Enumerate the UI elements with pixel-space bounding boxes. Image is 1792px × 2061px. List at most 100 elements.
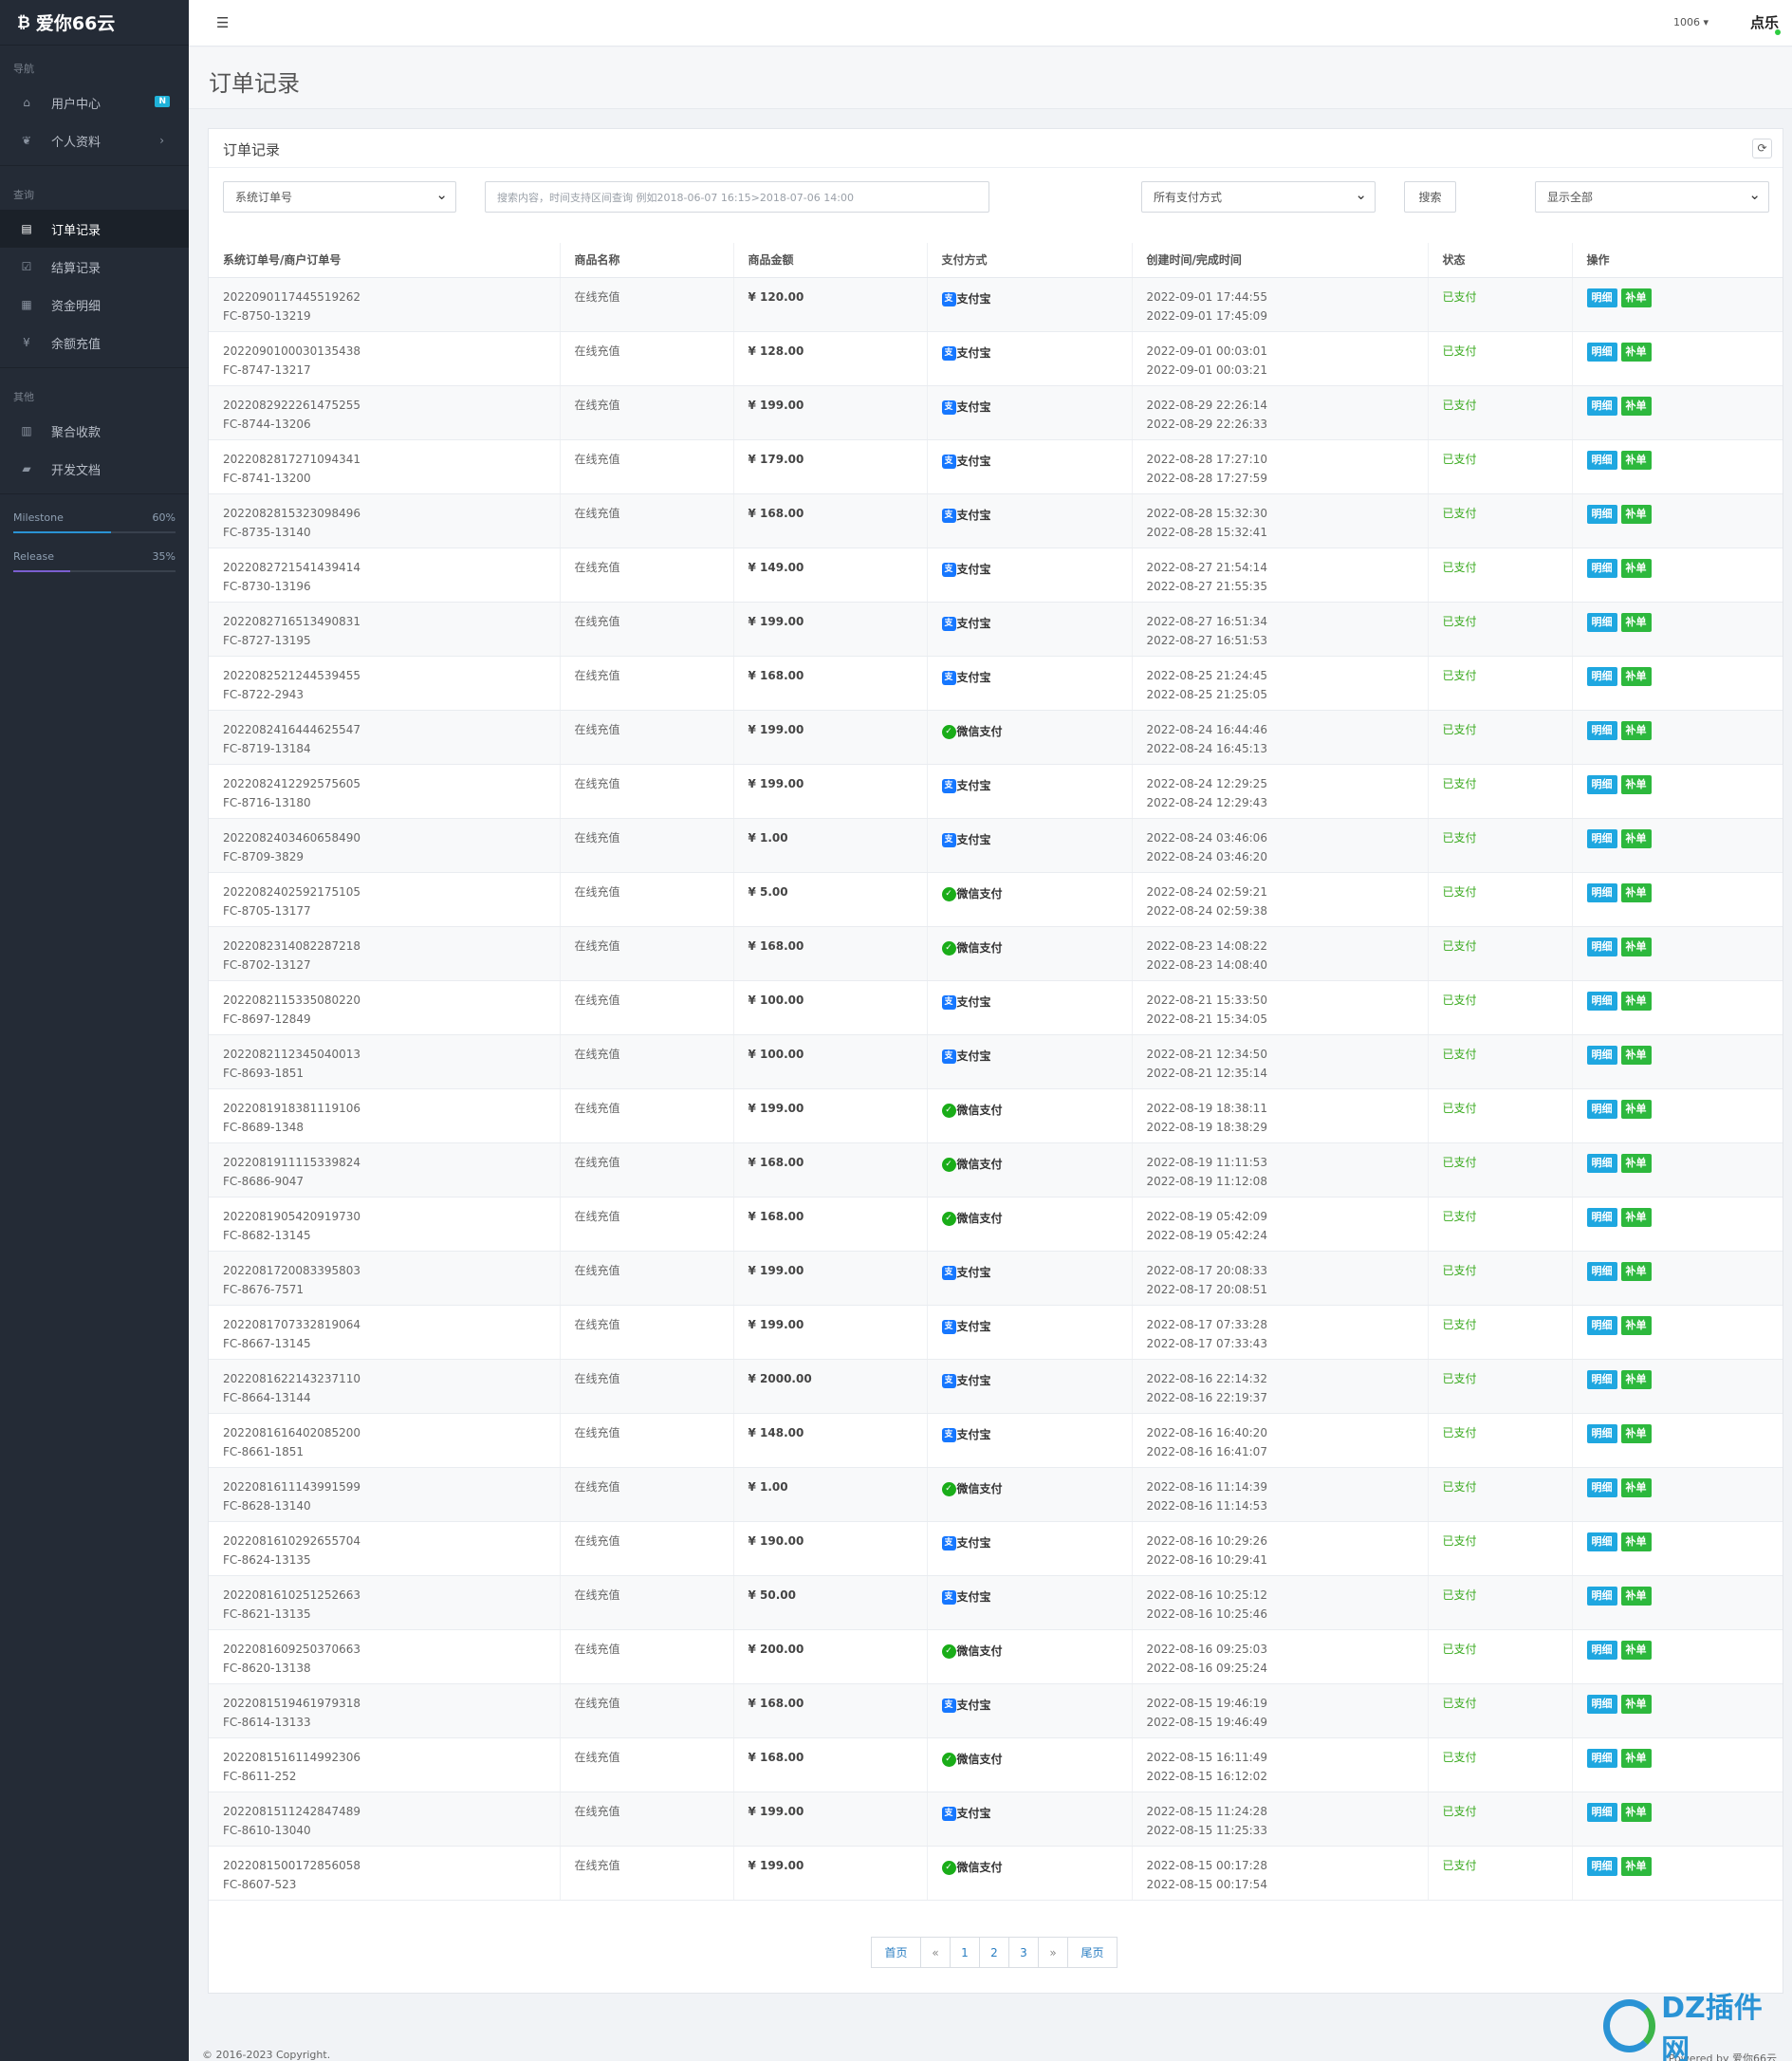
pay-method-cell: 支支付宝	[927, 1792, 1133, 1847]
sidebar-item[interactable]: ☑ 结算记录	[0, 248, 189, 286]
pay-method-select[interactable]: 所有支付方式	[1141, 181, 1376, 213]
status-badge: 已支付	[1428, 548, 1573, 603]
page-link[interactable]: 3	[1008, 1937, 1039, 1968]
detail-button[interactable]: 明细	[1586, 1477, 1617, 1497]
detail-button[interactable]: 明细	[1586, 450, 1617, 470]
pay-method: 支支付宝	[941, 344, 991, 362]
detail-button[interactable]: 明细	[1586, 828, 1617, 848]
page-link[interactable]: «	[920, 1937, 951, 1968]
resend-button[interactable]: 补单	[1620, 1748, 1652, 1768]
resend-button[interactable]: 补单	[1620, 1369, 1652, 1389]
detail-button[interactable]: 明细	[1586, 1802, 1617, 1822]
detail-button[interactable]: 明细	[1586, 1640, 1617, 1660]
resend-button[interactable]: 补单	[1620, 504, 1652, 524]
resend-button[interactable]: 补单	[1620, 666, 1652, 686]
page-link[interactable]: 1	[950, 1937, 980, 1968]
resend-button[interactable]: 补单	[1620, 1045, 1652, 1065]
page-link[interactable]: 尾页	[1067, 1937, 1118, 1968]
detail-button[interactable]: 明细	[1586, 504, 1617, 524]
resend-button[interactable]: 补单	[1620, 828, 1652, 848]
merchant-order-no: FC-8676-7571	[223, 1282, 305, 1296]
resend-button[interactable]: 补单	[1620, 1802, 1652, 1822]
detail-button[interactable]: 明细	[1586, 1856, 1617, 1876]
resend-button[interactable]: 补单	[1620, 720, 1652, 740]
sidebar-item[interactable]: ▥ 聚合收款	[0, 412, 189, 450]
refresh-icon[interactable]: ⟳	[1752, 139, 1772, 158]
resend-button[interactable]: 补单	[1620, 774, 1652, 794]
detail-button[interactable]: 明细	[1586, 774, 1617, 794]
detail-button[interactable]: 明细	[1586, 1099, 1617, 1119]
resend-button[interactable]: 补单	[1620, 1423, 1652, 1443]
detail-button[interactable]: 明细	[1586, 882, 1617, 902]
resend-button[interactable]: 补单	[1620, 1586, 1652, 1606]
resend-button[interactable]: 补单	[1620, 1532, 1652, 1551]
wechat-pay-icon: ✓	[941, 886, 956, 901]
merchant-order-no: FC-8620-13138	[223, 1661, 311, 1675]
wechat-pay-icon: ✓	[941, 724, 956, 739]
search-button[interactable]: 搜索	[1404, 181, 1456, 213]
sidebar-item[interactable]: ▰ 开发文档	[0, 450, 189, 488]
detail-button[interactable]: 明细	[1586, 666, 1617, 686]
sidebar-item[interactable]: ⌂ 用户中心 N	[0, 84, 189, 121]
resend-button[interactable]: 补单	[1620, 937, 1652, 956]
resend-button[interactable]: 补单	[1620, 288, 1652, 307]
resend-button[interactable]: 补单	[1620, 558, 1652, 578]
page-link[interactable]: »	[1038, 1937, 1068, 1968]
resend-button[interactable]: 补单	[1620, 1315, 1652, 1335]
detail-button[interactable]: 明细	[1586, 342, 1617, 362]
resend-button[interactable]: 补单	[1620, 1099, 1652, 1119]
detail-button[interactable]: 明细	[1586, 1261, 1617, 1281]
resend-button[interactable]: 补单	[1620, 1856, 1652, 1876]
search-input[interactable]: 搜索内容，时间支持区间查询 例如2018-06-07 16:15>2018-07…	[485, 181, 989, 213]
resend-button[interactable]: 补单	[1620, 1261, 1652, 1281]
field-select[interactable]: 系统订单号	[223, 181, 456, 213]
pay-method: ✓ 微信支付	[941, 722, 1003, 741]
resend-button[interactable]: 补单	[1620, 1207, 1652, 1227]
resend-button[interactable]: 补单	[1620, 396, 1652, 416]
sidebar-item[interactable]: ▤ 订单记录	[0, 210, 189, 248]
order-numbers-cell: 2022081610251252663 FC-8621-13135	[209, 1575, 561, 1630]
menu-toggle-icon[interactable]: ☰	[216, 14, 229, 31]
actions-cell: 明细 补单	[1572, 602, 1783, 657]
brand[interactable]: ₿ 爱你66云	[0, 0, 189, 46]
sidebar-item[interactable]: ▦ 资金明细	[0, 286, 189, 324]
detail-button[interactable]: 明细	[1586, 1045, 1617, 1065]
resend-button[interactable]: 补单	[1620, 1477, 1652, 1497]
resend-button[interactable]: 补单	[1620, 1153, 1652, 1173]
resend-button[interactable]: 补单	[1620, 612, 1652, 632]
detail-button[interactable]: 明细	[1586, 1694, 1617, 1714]
detail-button[interactable]: 明细	[1586, 1369, 1617, 1389]
detail-button[interactable]: 明细	[1586, 1423, 1617, 1443]
detail-button[interactable]: 明细	[1586, 1153, 1617, 1173]
resend-button[interactable]: 补单	[1620, 342, 1652, 362]
detail-button[interactable]: 明细	[1586, 937, 1617, 956]
detail-button[interactable]: 明细	[1586, 396, 1617, 416]
resend-button[interactable]: 补单	[1620, 991, 1652, 1011]
user-menu[interactable]: 1006 ▾	[1673, 16, 1709, 28]
page-link[interactable]: 首页	[871, 1937, 921, 1968]
pay-method-label: 支付宝	[956, 563, 991, 576]
resend-button[interactable]: 补单	[1620, 450, 1652, 470]
sidebar-item[interactable]: ❦ 个人资料 ›	[0, 121, 189, 159]
detail-button[interactable]: 明细	[1586, 558, 1617, 578]
detail-button[interactable]: 明细	[1586, 612, 1617, 632]
detail-button[interactable]: 明细	[1586, 288, 1617, 307]
detail-button[interactable]: 明细	[1586, 1315, 1617, 1335]
resend-button[interactable]: 补单	[1620, 1640, 1652, 1660]
detail-button[interactable]: 明细	[1586, 720, 1617, 740]
display-select[interactable]: 显示全部	[1535, 181, 1769, 213]
detail-button[interactable]: 明细	[1586, 1586, 1617, 1606]
detail-button[interactable]: 明细	[1586, 1532, 1617, 1551]
detail-button[interactable]: 明细	[1586, 991, 1617, 1011]
resend-button[interactable]: 补单	[1620, 882, 1652, 902]
page-link[interactable]: 2	[979, 1937, 1009, 1968]
pay-method-label: 支付宝	[956, 833, 991, 846]
detail-button[interactable]: 明细	[1586, 1748, 1617, 1768]
sidebar-item[interactable]: ¥ 余额充值	[0, 324, 189, 362]
user-avatar[interactable]: 点乐	[1748, 8, 1781, 38]
detail-button[interactable]: 明细	[1586, 1207, 1617, 1227]
time-cell: 2022-08-19 18:38:11 2022-08-19 18:38:29	[1132, 1088, 1429, 1143]
actions-cell: 明细 补单	[1572, 656, 1783, 711]
order-numbers-cell: 2022090100030135438 FC-8747-13217	[209, 331, 561, 386]
resend-button[interactable]: 补单	[1620, 1694, 1652, 1714]
